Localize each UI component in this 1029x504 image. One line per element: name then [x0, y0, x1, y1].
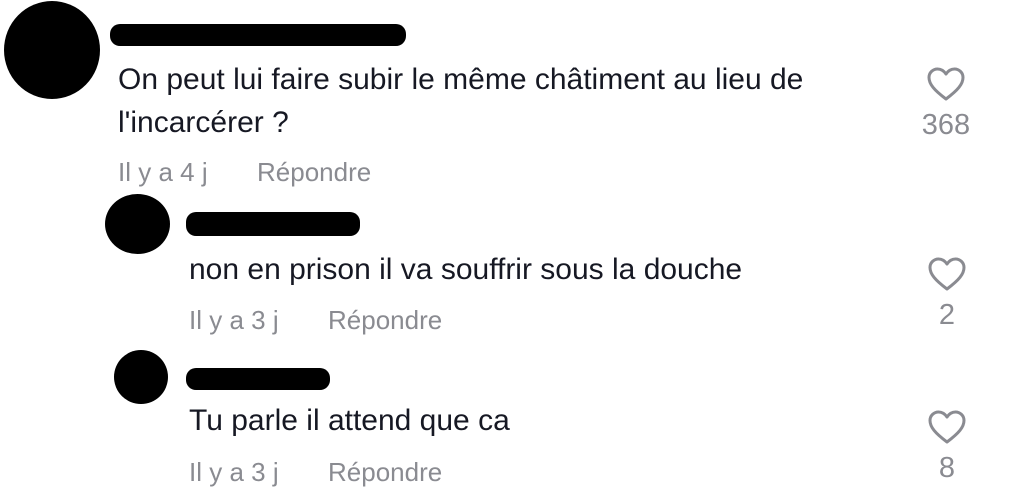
redacted-username: [186, 212, 360, 236]
avatar[interactable]: [114, 350, 168, 404]
reply-timestamp: Il y a 3 j: [189, 305, 279, 335]
reply-button[interactable]: Répondre: [328, 457, 442, 487]
heart-outline-icon: [927, 67, 965, 101]
like-button[interactable]: 2: [917, 256, 977, 332]
redacted-username: [186, 368, 330, 390]
reply-button[interactable]: Répondre: [328, 305, 442, 335]
like-button[interactable]: 8: [917, 409, 977, 485]
redacted-username: [110, 24, 406, 46]
heart-outline-icon: [928, 410, 966, 444]
comment-timestamp: Il y a 4 j: [118, 157, 208, 187]
like-button[interactable]: 368: [916, 66, 976, 142]
heart-outline-icon: [928, 257, 966, 291]
like-count: 368: [921, 109, 971, 141]
like-count: 2: [938, 299, 956, 331]
like-count: 8: [938, 452, 956, 484]
avatar[interactable]: [105, 194, 170, 254]
reply-button[interactable]: Répondre: [257, 157, 371, 187]
reply-text: Tu parle il attend que ca: [189, 404, 510, 437]
comment-text: On peut lui faire subir le même châtimen…: [118, 63, 804, 139]
reply-timestamp: Il y a 3 j: [189, 457, 279, 487]
avatar[interactable]: [4, 1, 100, 99]
reply-text: non en prison il va souffrir sous la dou…: [189, 253, 743, 286]
